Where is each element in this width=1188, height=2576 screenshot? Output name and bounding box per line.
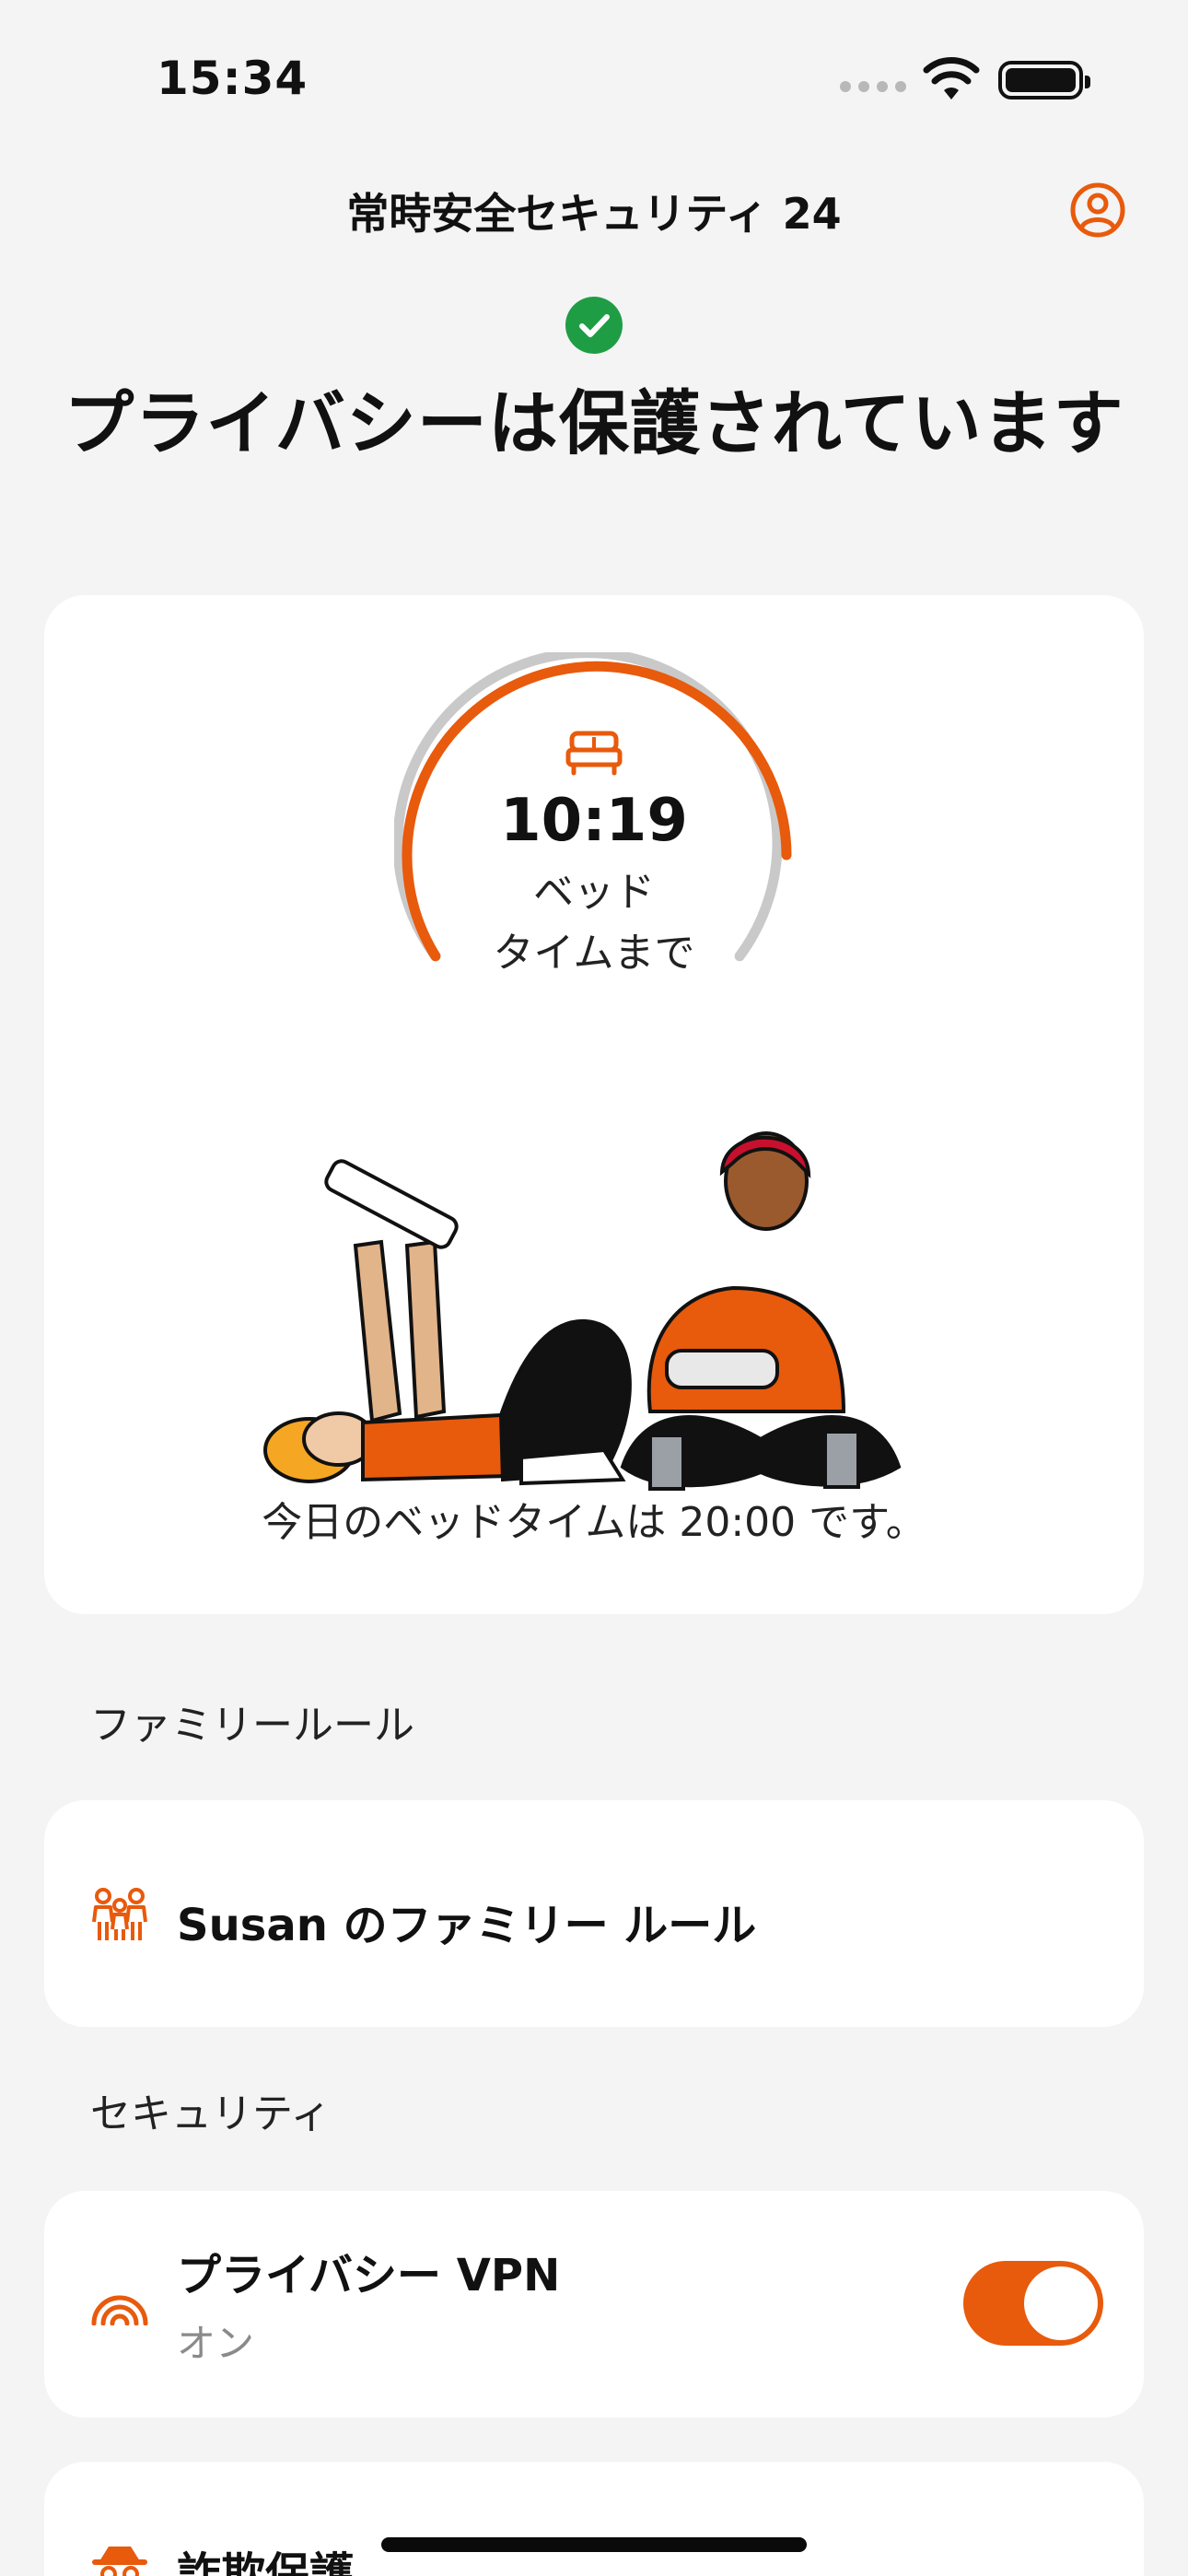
family-rules-label: Susan のファミリー ルール (177, 1900, 757, 1951)
family-icon (92, 1888, 147, 1940)
status-time: 15:34 (157, 52, 309, 105)
family-rules-heading: ファミリールール (90, 1702, 414, 1749)
vpn-signal-icon (91, 2295, 148, 2325)
check-circle-icon (565, 297, 623, 354)
status-bar: 15:34 (0, 0, 1188, 157)
vpn-item[interactable]: プライバシー VPN オン (44, 2191, 1144, 2418)
battery-icon (998, 61, 1090, 100)
app-title: 常時安全セキュリティ 24 (346, 189, 842, 239)
bedtime-countdown: 10:19 (500, 787, 688, 855)
family-illustration (263, 1131, 902, 1491)
vpn-toggle[interactable] (963, 2261, 1103, 2346)
bedtime-label-line2: タイムまで (493, 930, 695, 977)
bedtime-note: 今日のベッドタイムは 20:00 です。 (262, 1499, 926, 1546)
vpn-title: プライバシー VPN (177, 2250, 561, 2301)
bedtime-progress-ring (394, 652, 792, 962)
family-rules-item[interactable]: Susan のファミリー ルール (44, 1800, 1144, 2027)
spy-icon (92, 2547, 147, 2576)
protection-status-title: プライバシーは保護されています (64, 382, 1124, 464)
fraud-protection-item[interactable]: 詐欺保護 (44, 2462, 1144, 2576)
account-icon[interactable] (1068, 181, 1127, 240)
fraud-protection-title: 詐欺保護 (177, 2548, 355, 2576)
wifi-icon (923, 57, 980, 100)
vpn-status: オン (177, 2321, 255, 2366)
bed-icon (565, 731, 623, 776)
bedtime-card[interactable]: 10:19 ベッド タイムまで 今日のベッドタイムは 20:00 です。 (44, 595, 1144, 1614)
bedtime-label-line1: ベッド (533, 869, 655, 916)
cellular-signal-icon (840, 81, 906, 92)
security-heading: セキュリティ (90, 2090, 332, 2137)
home-indicator[interactable] (381, 2537, 807, 2552)
